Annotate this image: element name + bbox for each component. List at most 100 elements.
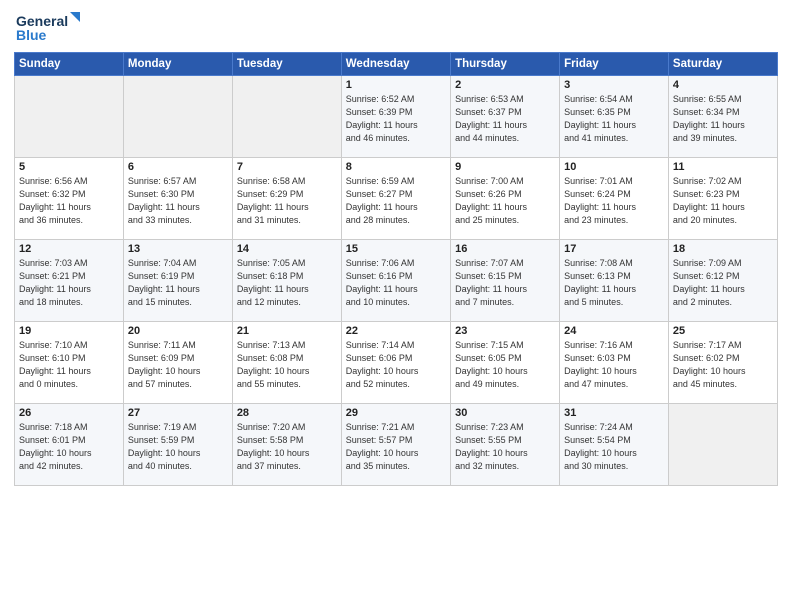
calendar-cell: 27 Sunrise: 7:19 AM Sunset: 5:59 PM Dayli… xyxy=(123,404,232,486)
day-number: 11 xyxy=(673,161,773,173)
day-info: Sunrise: 7:01 AM Sunset: 6:24 PM Dayligh… xyxy=(564,175,664,227)
day-number: 15 xyxy=(346,243,446,255)
header: GeneralBlue xyxy=(14,10,778,46)
week-row-2: 12 Sunrise: 7:03 AM Sunset: 6:21 PM Dayli… xyxy=(15,240,778,322)
calendar-cell: 25Sunrise: 7:17 AM Sunset: 6:02 PM Dayli… xyxy=(668,322,777,404)
day-info: Sunrise: 6:56 AM Sunset: 6:32 PM Dayligh… xyxy=(19,175,119,227)
day-number: 20 xyxy=(128,325,228,337)
page-container: GeneralBlue SundayMondayTuesdayWednesday… xyxy=(0,0,792,492)
week-row-0: 1 Sunrise: 6:52 AM Sunset: 6:39 PM Daylig… xyxy=(15,76,778,158)
calendar-cell: 14 Sunrise: 7:05 AM Sunset: 6:18 PM Dayli… xyxy=(232,240,341,322)
calendar-cell: 23 Sunrise: 7:15 AM Sunset: 6:05 PM Dayli… xyxy=(451,322,560,404)
day-number: 5 xyxy=(19,161,119,173)
calendar-cell: 18 Sunrise: 7:09 AM Sunset: 6:12 PM Dayli… xyxy=(668,240,777,322)
day-info: Sunrise: 7:16 AM Sunset: 6:03 PM Dayligh… xyxy=(564,339,664,391)
day-info: Sunrise: 6:53 AM Sunset: 6:37 PM Dayligh… xyxy=(455,93,555,145)
day-number: 8 xyxy=(346,161,446,173)
calendar-cell: 15 Sunrise: 7:06 AM Sunset: 6:16 PM Dayli… xyxy=(341,240,450,322)
logo: GeneralBlue xyxy=(14,10,84,46)
day-number: 13 xyxy=(128,243,228,255)
day-info: Sunrise: 7:23 AM Sunset: 5:55 PM Dayligh… xyxy=(455,421,555,473)
day-info: Sunrise: 7:05 AM Sunset: 6:18 PM Dayligh… xyxy=(237,257,337,309)
day-info: Sunrise: 7:08 AM Sunset: 6:13 PM Dayligh… xyxy=(564,257,664,309)
calendar-cell: 3 Sunrise: 6:54 AM Sunset: 6:35 PM Daylig… xyxy=(560,76,669,158)
calendar-cell: 2 Sunrise: 6:53 AM Sunset: 6:37 PM Daylig… xyxy=(451,76,560,158)
weekday-header-monday: Monday xyxy=(123,53,232,76)
day-info: Sunrise: 7:18 AM Sunset: 6:01 PM Dayligh… xyxy=(19,421,119,473)
calendar-table: SundayMondayTuesdayWednesdayThursdayFrid… xyxy=(14,52,778,486)
calendar-cell: 29Sunrise: 7:21 AM Sunset: 5:57 PM Dayli… xyxy=(341,404,450,486)
calendar-cell: 21 Sunrise: 7:13 AM Sunset: 6:08 PM Dayli… xyxy=(232,322,341,404)
calendar-cell: 8Sunrise: 6:59 AM Sunset: 6:27 PM Daylig… xyxy=(341,158,450,240)
week-row-4: 26 Sunrise: 7:18 AM Sunset: 6:01 PM Dayli… xyxy=(15,404,778,486)
day-info: Sunrise: 7:13 AM Sunset: 6:08 PM Dayligh… xyxy=(237,339,337,391)
calendar-cell: 31Sunrise: 7:24 AM Sunset: 5:54 PM Dayli… xyxy=(560,404,669,486)
calendar-cell: 11Sunrise: 7:02 AM Sunset: 6:23 PM Dayli… xyxy=(668,158,777,240)
calendar-cell: 7Sunrise: 6:58 AM Sunset: 6:29 PM Daylig… xyxy=(232,158,341,240)
calendar-cell: 16Sunrise: 7:07 AM Sunset: 6:15 PM Dayli… xyxy=(451,240,560,322)
calendar-cell: 24 Sunrise: 7:16 AM Sunset: 6:03 PM Dayli… xyxy=(560,322,669,404)
day-number: 19 xyxy=(19,325,119,337)
day-info: Sunrise: 7:15 AM Sunset: 6:05 PM Dayligh… xyxy=(455,339,555,391)
week-row-3: 19 Sunrise: 7:10 AM Sunset: 6:10 PM Dayli… xyxy=(15,322,778,404)
day-info: Sunrise: 7:03 AM Sunset: 6:21 PM Dayligh… xyxy=(19,257,119,309)
calendar-cell xyxy=(15,76,124,158)
weekday-header-thursday: Thursday xyxy=(451,53,560,76)
day-info: Sunrise: 7:09 AM Sunset: 6:12 PM Dayligh… xyxy=(673,257,773,309)
day-info: Sunrise: 7:17 AM Sunset: 6:02 PM Dayligh… xyxy=(673,339,773,391)
logo-icon: GeneralBlue xyxy=(14,10,84,46)
calendar-cell: 30 Sunrise: 7:23 AM Sunset: 5:55 PM Dayli… xyxy=(451,404,560,486)
day-number: 14 xyxy=(237,243,337,255)
calendar-cell: 12 Sunrise: 7:03 AM Sunset: 6:21 PM Dayli… xyxy=(15,240,124,322)
calendar-cell: 9 Sunrise: 7:00 AM Sunset: 6:26 PM Daylig… xyxy=(451,158,560,240)
day-number: 24 xyxy=(564,325,664,337)
day-info: Sunrise: 6:54 AM Sunset: 6:35 PM Dayligh… xyxy=(564,93,664,145)
day-info: Sunrise: 7:07 AM Sunset: 6:15 PM Dayligh… xyxy=(455,257,555,309)
weekday-header-friday: Friday xyxy=(560,53,669,76)
calendar-cell xyxy=(668,404,777,486)
calendar-cell: 26 Sunrise: 7:18 AM Sunset: 6:01 PM Dayli… xyxy=(15,404,124,486)
calendar-cell: 22 Sunrise: 7:14 AM Sunset: 6:06 PM Dayli… xyxy=(341,322,450,404)
day-number: 4 xyxy=(673,79,773,91)
day-number: 12 xyxy=(19,243,119,255)
day-number: 18 xyxy=(673,243,773,255)
day-info: Sunrise: 7:06 AM Sunset: 6:16 PM Dayligh… xyxy=(346,257,446,309)
calendar-cell: 5 Sunrise: 6:56 AM Sunset: 6:32 PM Daylig… xyxy=(15,158,124,240)
day-number: 26 xyxy=(19,407,119,419)
day-number: 3 xyxy=(564,79,664,91)
day-info: Sunrise: 7:20 AM Sunset: 5:58 PM Dayligh… xyxy=(237,421,337,473)
week-row-1: 5 Sunrise: 6:56 AM Sunset: 6:32 PM Daylig… xyxy=(15,158,778,240)
day-info: Sunrise: 7:10 AM Sunset: 6:10 PM Dayligh… xyxy=(19,339,119,391)
calendar-cell: 19 Sunrise: 7:10 AM Sunset: 6:10 PM Dayli… xyxy=(15,322,124,404)
day-info: Sunrise: 7:04 AM Sunset: 6:19 PM Dayligh… xyxy=(128,257,228,309)
svg-text:Blue: Blue xyxy=(16,27,47,43)
calendar-cell xyxy=(232,76,341,158)
weekday-header-tuesday: Tuesday xyxy=(232,53,341,76)
day-number: 28 xyxy=(237,407,337,419)
day-info: Sunrise: 7:00 AM Sunset: 6:26 PM Dayligh… xyxy=(455,175,555,227)
day-info: Sunrise: 7:24 AM Sunset: 5:54 PM Dayligh… xyxy=(564,421,664,473)
day-number: 22 xyxy=(346,325,446,337)
day-number: 27 xyxy=(128,407,228,419)
day-number: 23 xyxy=(455,325,555,337)
day-number: 21 xyxy=(237,325,337,337)
day-info: Sunrise: 7:19 AM Sunset: 5:59 PM Dayligh… xyxy=(128,421,228,473)
calendar-cell: 6Sunrise: 6:57 AM Sunset: 6:30 PM Daylig… xyxy=(123,158,232,240)
calendar-cell: 17 Sunrise: 7:08 AM Sunset: 6:13 PM Dayli… xyxy=(560,240,669,322)
day-number: 2 xyxy=(455,79,555,91)
day-number: 17 xyxy=(564,243,664,255)
weekday-header-saturday: Saturday xyxy=(668,53,777,76)
day-number: 30 xyxy=(455,407,555,419)
day-info: Sunrise: 6:55 AM Sunset: 6:34 PM Dayligh… xyxy=(673,93,773,145)
weekday-header-wednesday: Wednesday xyxy=(341,53,450,76)
weekday-header-sunday: Sunday xyxy=(15,53,124,76)
day-info: Sunrise: 6:58 AM Sunset: 6:29 PM Dayligh… xyxy=(237,175,337,227)
day-number: 1 xyxy=(346,79,446,91)
day-number: 6 xyxy=(128,161,228,173)
calendar-cell: 13 Sunrise: 7:04 AM Sunset: 6:19 PM Dayli… xyxy=(123,240,232,322)
day-number: 10 xyxy=(564,161,664,173)
weekday-header-row: SundayMondayTuesdayWednesdayThursdayFrid… xyxy=(15,53,778,76)
day-number: 9 xyxy=(455,161,555,173)
day-info: Sunrise: 7:14 AM Sunset: 6:06 PM Dayligh… xyxy=(346,339,446,391)
day-info: Sunrise: 6:52 AM Sunset: 6:39 PM Dayligh… xyxy=(346,93,446,145)
